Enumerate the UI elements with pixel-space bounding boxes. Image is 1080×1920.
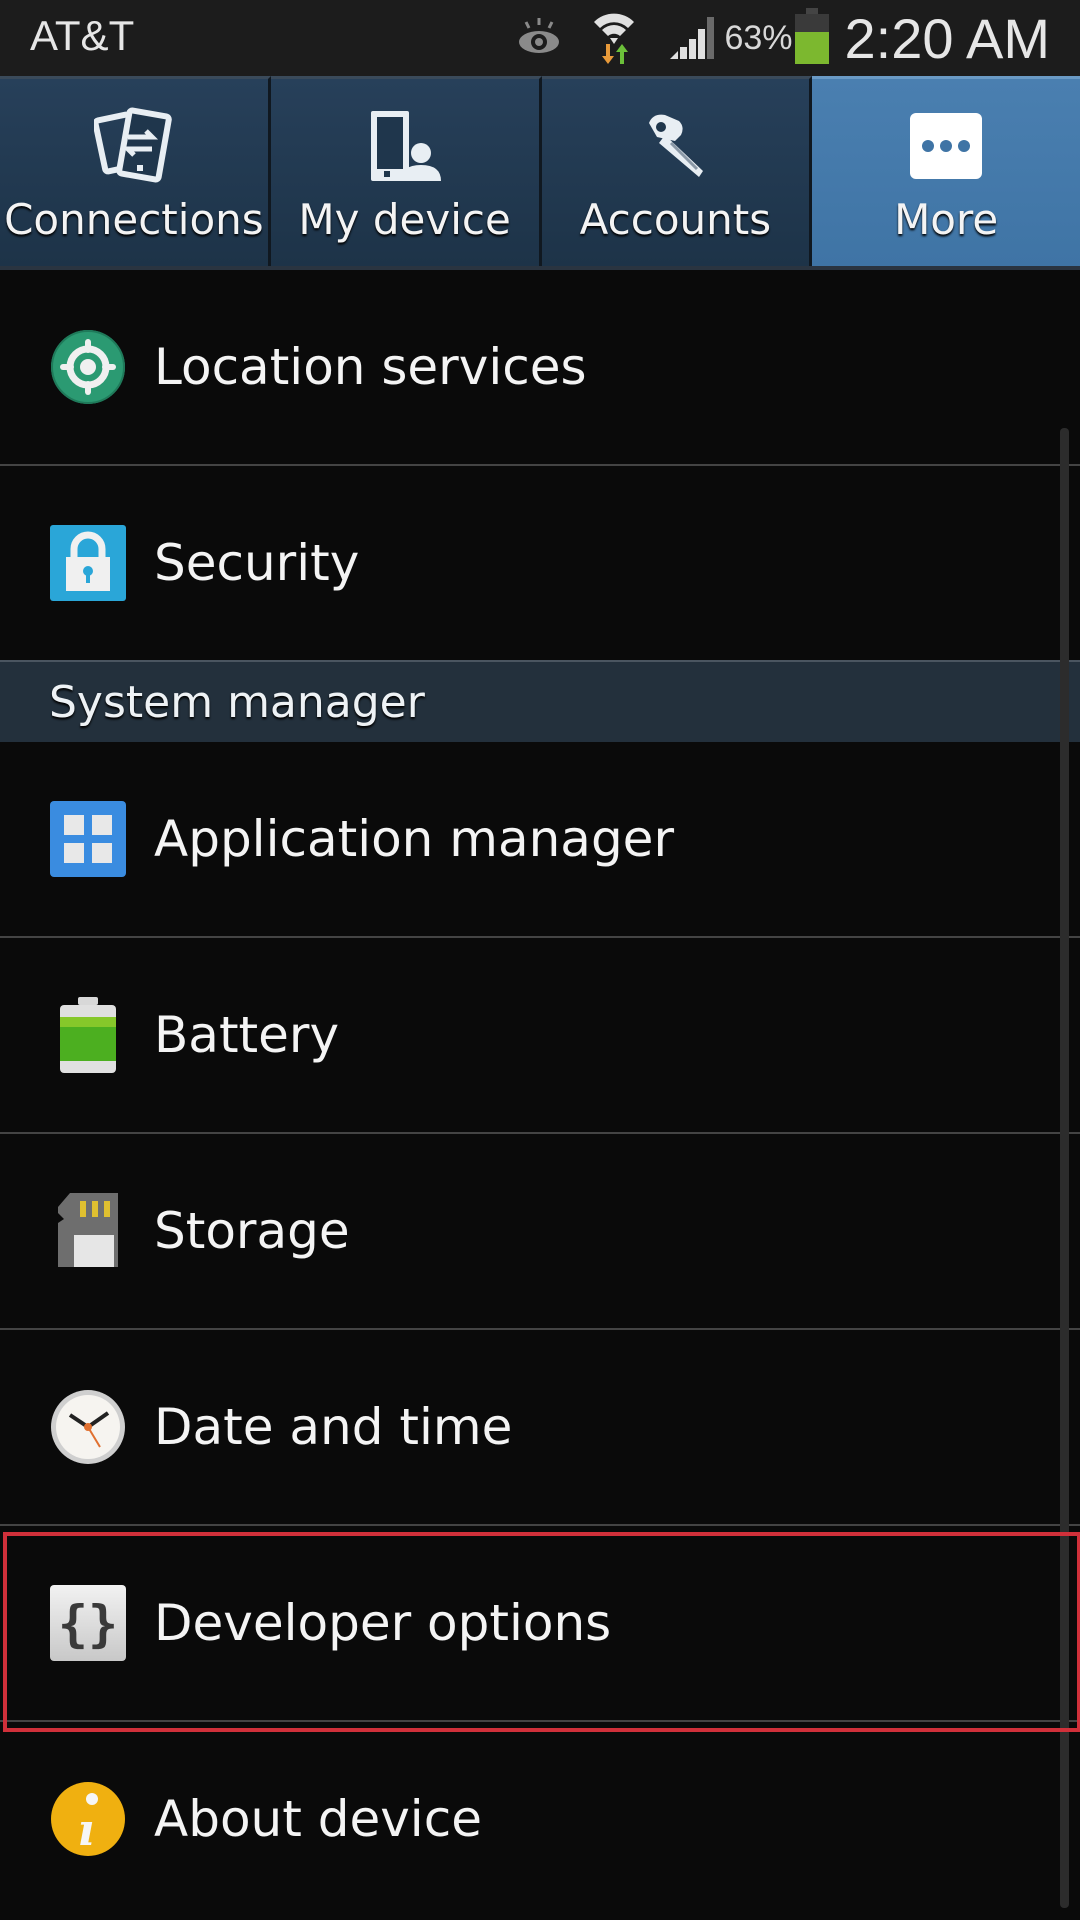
key-icon: [635, 107, 715, 187]
braces-icon: {}: [50, 1585, 126, 1661]
signal-icon: [668, 11, 718, 65]
list-item-label: About device: [154, 1790, 482, 1848]
tab-more[interactable]: More: [812, 76, 1080, 266]
lock-icon: [50, 525, 126, 601]
tab-label: Accounts: [579, 195, 772, 244]
battery-icon: [50, 997, 126, 1073]
status-bar: AT&T 63% 2:20 AM: [0, 0, 1080, 76]
svg-text:ı: ı: [78, 1805, 95, 1856]
list-item-date-and-time[interactable]: Date and time: [0, 1330, 1080, 1526]
battery-status-icon: [794, 8, 829, 68]
tab-my-device[interactable]: My device: [270, 76, 542, 266]
my-device-icon: [365, 107, 445, 187]
tab-label: Connections: [4, 195, 264, 244]
svg-text:{}: {}: [58, 1595, 118, 1653]
list-item-label: Location services: [154, 338, 587, 396]
more-icon: [908, 107, 984, 187]
carrier-label: AT&T: [30, 12, 135, 59]
clock: 2:20 AM: [844, 6, 1050, 70]
settings-tab-bar: Connections My device Accounts More: [0, 76, 1080, 270]
list-item-label: Security: [154, 534, 360, 592]
sd-card-icon: [50, 1193, 126, 1269]
list-item-developer-options[interactable]: {} Developer options: [0, 1526, 1080, 1722]
tab-accounts[interactable]: Accounts: [541, 76, 813, 266]
tab-label: More: [894, 195, 999, 244]
app-grid-icon: [50, 801, 126, 877]
section-header-label: System manager: [49, 676, 425, 728]
list-item-label: Date and time: [154, 1398, 513, 1456]
clock-icon: [50, 1389, 126, 1465]
connections-icon: [93, 107, 174, 187]
location-icon: [50, 329, 126, 405]
list-item-label: Developer options: [154, 1594, 612, 1652]
settings-list: Location services Security System manage…: [0, 270, 1080, 1916]
list-item-security[interactable]: Security: [0, 466, 1080, 660]
list-item-about-device[interactable]: ı About device: [0, 1722, 1080, 1916]
status-icons: 63% 2:20 AM: [514, 0, 1080, 76]
list-item-label: Battery: [154, 1006, 340, 1064]
list-item-battery[interactable]: Battery: [0, 938, 1080, 1134]
section-header-system-manager: System manager: [0, 660, 1080, 742]
list-item-label: Storage: [154, 1202, 350, 1260]
wifi-icon: [590, 8, 638, 68]
battery-percent: 63%: [724, 18, 793, 57]
scrollbar[interactable]: [1060, 428, 1069, 1908]
list-item-location-services[interactable]: Location services: [0, 270, 1080, 466]
info-icon: ı: [50, 1781, 126, 1857]
list-item-application-manager[interactable]: Application manager: [0, 742, 1080, 938]
eye-icon: [514, 16, 564, 60]
list-item-label: Application manager: [154, 810, 674, 868]
tab-connections[interactable]: Connections: [0, 76, 271, 266]
list-item-storage[interactable]: Storage: [0, 1134, 1080, 1330]
tab-label: My device: [298, 195, 511, 244]
